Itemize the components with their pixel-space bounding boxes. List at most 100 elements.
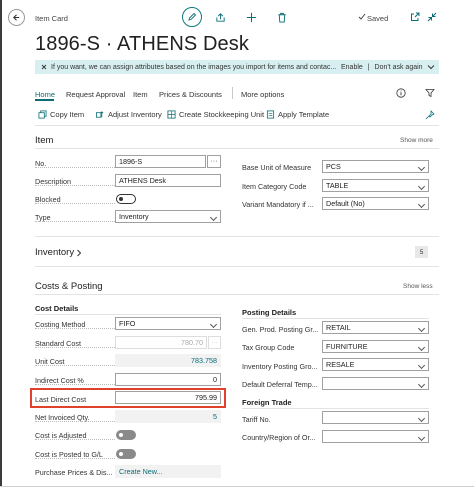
description-label-dots	[35, 177, 115, 186]
template-icon	[266, 110, 275, 119]
info-icon	[40, 63, 48, 73]
open-in-new-icon	[411, 12, 420, 21]
posting-details-heading: Posting Details	[242, 308, 297, 317]
copy-icon	[38, 110, 47, 119]
new-button[interactable]	[244, 10, 258, 24]
purchase-prices-link[interactable]: Create New...	[115, 465, 221, 478]
cost-posted-gl-label-dots	[35, 450, 115, 459]
back-button[interactable]	[8, 9, 25, 26]
unit-cost-field[interactable]: 783.758	[115, 354, 221, 367]
no-assist-button[interactable]: ···	[207, 155, 221, 168]
apply-template-action[interactable]: Apply Template	[266, 110, 329, 119]
copy-item-action[interactable]: Copy Item	[38, 110, 84, 119]
plus-icon	[246, 12, 256, 22]
foreign-trade-heading: Foreign Trade	[242, 398, 292, 407]
inventory-badge: 5	[415, 246, 428, 258]
cost-details-heading: Cost Details	[35, 304, 79, 313]
edit-button[interactable]	[182, 7, 202, 27]
default-deferral-select[interactable]	[322, 377, 429, 390]
net-invoiced-qty-label-dots	[35, 413, 115, 422]
variant-mandatory-select[interactable]: Default (No)	[322, 197, 429, 210]
tariff-no-select[interactable]	[322, 411, 429, 424]
tax-group-select[interactable]: FURNITURE	[322, 340, 429, 353]
action-bar-divider	[35, 125, 439, 126]
open-new-window-button[interactable]	[408, 10, 422, 24]
costs-section-title[interactable]: Costs & Posting	[35, 281, 103, 292]
pencil-icon	[188, 12, 197, 21]
ellipsis-icon: ···	[211, 339, 218, 346]
costing-method-label-dots	[35, 320, 115, 329]
collapse-arrows-icon	[427, 12, 437, 22]
page-title: 1896-S · ATHENS Desk	[35, 33, 249, 55]
net-invoiced-qty-field[interactable]: 5	[115, 410, 221, 423]
tab-separator	[232, 87, 233, 99]
notification-actions: Enable | Don't ask again	[341, 64, 423, 71]
type-label-dots	[35, 213, 115, 222]
share-button[interactable]	[213, 10, 227, 24]
delete-button[interactable]	[275, 10, 289, 24]
cost-is-adjusted-toggle	[116, 430, 136, 440]
highlight-box	[30, 388, 226, 408]
cost-posted-gl-toggle	[116, 449, 136, 459]
cost-is-adjusted-label-dots	[35, 431, 115, 440]
chevron-down-icon[interactable]	[427, 63, 435, 73]
arrow-left-icon	[13, 14, 20, 21]
show-less-link[interactable]: Show less	[403, 283, 433, 290]
notification-bar: If you want, we can assign attributes ba…	[35, 60, 439, 74]
item-section-title[interactable]: Item	[35, 135, 53, 146]
type-select[interactable]: Inventory	[115, 210, 221, 223]
item-category-label: Item Category Code	[242, 182, 307, 191]
check-icon	[358, 13, 366, 23]
gen-prod-posting-select[interactable]: RETAIL	[322, 321, 429, 334]
indirect-cost-label-dots	[35, 376, 115, 385]
inventory-posting-select[interactable]: RESALE	[322, 358, 429, 371]
gen-prod-posting-label: Gen. Prod. Posting Gr...	[242, 325, 319, 334]
no-label-dots	[35, 159, 115, 168]
default-deferral-label: Default Deferral Temp...	[242, 380, 318, 389]
inventory-section-header[interactable]: Inventory	[35, 247, 82, 258]
country-region-select[interactable]	[322, 430, 429, 443]
inventory-posting-label: Inventory Posting Gro...	[242, 362, 318, 371]
base-uom-select[interactable]: PCS	[322, 160, 429, 173]
tab-home[interactable]: Home	[35, 90, 55, 99]
create-sku-label: Create Stockkeeping Unit	[179, 110, 265, 119]
info-circle-icon[interactable]	[396, 88, 406, 100]
inventory-divider	[35, 266, 439, 267]
filter-icon[interactable]	[425, 88, 435, 100]
cost-details-divider	[35, 314, 221, 315]
show-more-link[interactable]: Show more	[400, 137, 433, 144]
pin-icon[interactable]	[425, 110, 435, 122]
tab-prices-discounts[interactable]: Prices & Discounts	[159, 90, 222, 99]
tab-item[interactable]: Item	[133, 90, 148, 99]
saved-status: Saved	[367, 14, 389, 23]
costs-divider	[35, 294, 439, 295]
item-bottom-divider	[35, 236, 439, 237]
dont-ask-again-link[interactable]: Don't ask again	[375, 64, 423, 71]
item-category-select[interactable]: TABLE	[322, 179, 429, 192]
costing-method-select[interactable]: FIFO	[115, 317, 221, 330]
no-field[interactable]: 1896-S	[115, 155, 206, 168]
copy-item-label: Copy Item	[50, 110, 85, 119]
notification-message: If you want, we can assign attributes ba…	[51, 63, 337, 71]
breadcrumb: Item Card	[35, 14, 68, 23]
share-icon	[215, 12, 225, 22]
blocked-toggle[interactable]	[116, 194, 136, 204]
tax-group-label: Tax Group Code	[242, 343, 295, 352]
apply-template-label: Apply Template	[278, 110, 330, 119]
collapse-button[interactable]	[425, 10, 439, 24]
stockkeeping-icon	[167, 110, 176, 119]
indirect-cost-field[interactable]: 0	[115, 373, 221, 386]
enable-link[interactable]: Enable	[341, 64, 363, 71]
foreign-trade-divider	[242, 408, 429, 409]
tab-request-approval[interactable]: Request Approval	[66, 90, 125, 99]
tab-more-options[interactable]: More options	[241, 90, 284, 99]
adjust-inventory-action[interactable]: Adjust Inventory	[95, 110, 162, 119]
notification-separator: |	[367, 63, 370, 71]
blocked-label-dots	[35, 195, 115, 204]
create-sku-action[interactable]: Create Stockkeeping Unit	[167, 110, 264, 119]
description-field[interactable]: ATHENS Desk	[115, 174, 221, 187]
standard-cost-field[interactable]: 780.70	[115, 336, 207, 349]
standard-cost-assist-button[interactable]: ···	[208, 336, 221, 349]
unit-cost-label-dots	[35, 357, 115, 366]
purchase-prices-label: Purchase Prices & Dis...	[35, 468, 113, 477]
